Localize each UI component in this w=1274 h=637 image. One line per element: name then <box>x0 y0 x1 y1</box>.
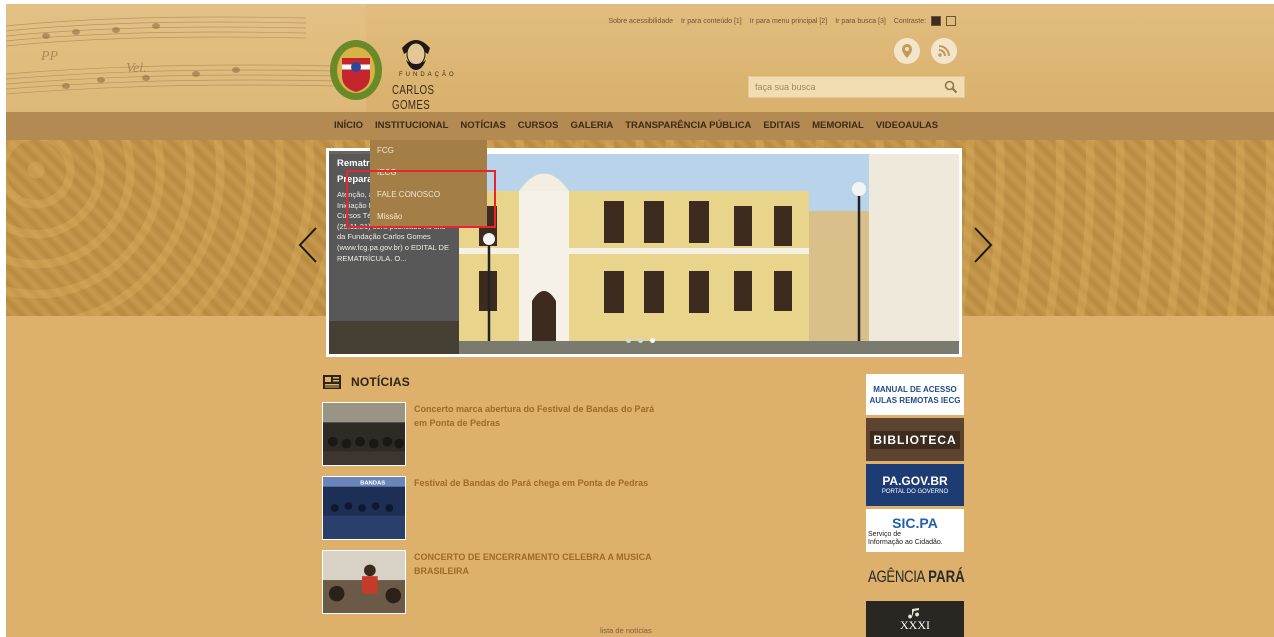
carlos-gomes-portrait-icon <box>402 40 430 70</box>
newspaper-icon <box>323 375 341 389</box>
news-title[interactable]: CONCERTO DE ENCERRAMENTO CELEBRA A MUSIC… <box>414 550 664 578</box>
banner-sic-pa[interactable]: SIC.PA Serviço de Informação ao Cidadão. <box>866 509 964 552</box>
pagov-subtitle: PORTAL DO GOVERNO <box>881 488 949 495</box>
news-header: NOTÍCIAS <box>322 374 410 390</box>
logo-name: CARLOS GOMES <box>392 82 435 112</box>
news-title[interactable]: Festival de Bandas do Pará chega em Pont… <box>414 476 664 490</box>
news-heading: NOTÍCIAS <box>351 375 410 389</box>
biblioteca-label: BIBLIOTECA <box>870 430 960 449</box>
pagov-title: PA.GOV.BR <box>882 473 948 488</box>
banner-biblioteca[interactable]: BIBLIOTECA <box>866 418 964 461</box>
page: PP Vel. Sobre acessibilidade Ir para con… <box>6 4 1274 637</box>
acc-link-about[interactable]: Sobre acessibilidade <box>608 18 673 25</box>
news-thumbnail[interactable] <box>322 550 406 614</box>
manual-line1: MANUAL DE ACESSO <box>873 384 957 394</box>
news-title[interactable]: Concerto marca abertura do Festival de B… <box>414 402 664 430</box>
sicpa-title: SIC.PA <box>892 514 938 531</box>
acc-link-content[interactable]: Ir para conteúdo [1] <box>681 18 742 25</box>
banner-xxxi[interactable]: XXXI <box>866 601 964 637</box>
banner-pa-gov[interactable]: PA.GOV.BR PORTAL DO GOVERNO <box>866 464 964 506</box>
news-item[interactable]: Concerto marca abertura do Festival de B… <box>322 402 662 466</box>
nav-transparencia[interactable]: TRANSPARÊNCIA PÚBLICA <box>619 112 757 140</box>
nav-cursos[interactable]: CURSOS <box>512 112 565 140</box>
nav-galeria[interactable]: GALERIA <box>564 112 619 140</box>
svg-text:BANDAS: BANDAS <box>360 481 385 487</box>
agencia-part2: PARÁ <box>928 567 965 586</box>
search-input[interactable] <box>749 77 941 97</box>
location-pin-icon[interactable] <box>894 38 920 64</box>
nav-noticias[interactable]: NOTÍCIAS <box>454 112 511 140</box>
dropdown-item-fcg[interactable]: FCG <box>370 140 487 162</box>
xxxi-label: XXXI <box>900 617 930 632</box>
slide-pagination <box>626 338 655 343</box>
acc-link-search[interactable]: Ir para busca [3] <box>835 18 886 25</box>
search-icon[interactable] <box>944 80 958 94</box>
slide-dot[interactable] <box>638 338 643 343</box>
main-nav: INÍCIO INSTITUCIONAL NOTÍCIAS CURSOS GAL… <box>6 112 1274 140</box>
acc-link-menu[interactable]: Ir para menu principal [2] <box>750 18 827 25</box>
news-item[interactable]: BANDAS Festival de Bandas do Pará chega … <box>322 476 662 540</box>
highlight-box <box>346 170 496 228</box>
nav-memorial[interactable]: MEMORIAL <box>806 112 870 140</box>
news-thumbnail[interactable]: BANDAS <box>322 476 406 540</box>
music-score-decoration: PP Vel. <box>6 4 366 112</box>
manual-line2: AULAS REMOTAS IECG <box>869 395 961 405</box>
rss-feed-icon[interactable] <box>931 38 957 64</box>
logo-foundation-label: FUNDAÇÃO <box>399 72 457 78</box>
logo[interactable]: FUNDAÇÃO CARLOS GOMES <box>328 34 468 112</box>
music-note-icon <box>908 607 919 618</box>
nav-institucional[interactable]: INSTITUCIONAL <box>369 112 454 140</box>
news-item[interactable]: CONCERTO DE ENCERRAMENTO CELEBRA A MUSIC… <box>322 550 662 614</box>
sicpa-line2: Informação ao Cidadão. <box>868 538 943 546</box>
banner-agencia-para[interactable]: AGÊNCIA PARÁ <box>866 556 965 598</box>
slide-dot-active[interactable] <box>650 338 655 343</box>
news-list-link[interactable]: lista de notícias <box>600 626 652 635</box>
svg-text:PP: PP <box>40 49 59 64</box>
slide-prev-arrow-icon[interactable] <box>297 226 319 264</box>
sicpa-line1: Serviço de <box>868 530 902 538</box>
header: PP Vel. Sobre acessibilidade Ir para con… <box>6 4 1274 112</box>
slide-next-arrow-icon[interactable] <box>972 226 994 264</box>
contrast-light-toggle[interactable] <box>946 16 956 26</box>
accessibility-bar: Sobre acessibilidade Ir para conteúdo [1… <box>608 16 956 26</box>
nav-inicio[interactable]: INÍCIO <box>328 112 369 140</box>
contrast-label: Contraste: <box>894 16 956 26</box>
nav-editais[interactable]: EDITAIS <box>757 112 806 140</box>
contrast-dark-toggle[interactable] <box>931 16 942 26</box>
para-coat-of-arms-icon <box>330 40 382 100</box>
slide-dot[interactable] <box>626 338 631 343</box>
nav-videoaulas[interactable]: VIDEOAULAS <box>870 112 944 140</box>
svg-text:Vel.: Vel. <box>126 61 147 76</box>
search-box <box>748 76 965 98</box>
banner-manual-acesso[interactable]: MANUAL DE ACESSO AULAS REMOTAS IECG <box>866 374 964 415</box>
agencia-part1: AGÊNCIA <box>868 567 926 586</box>
news-thumbnail[interactable] <box>322 402 406 466</box>
